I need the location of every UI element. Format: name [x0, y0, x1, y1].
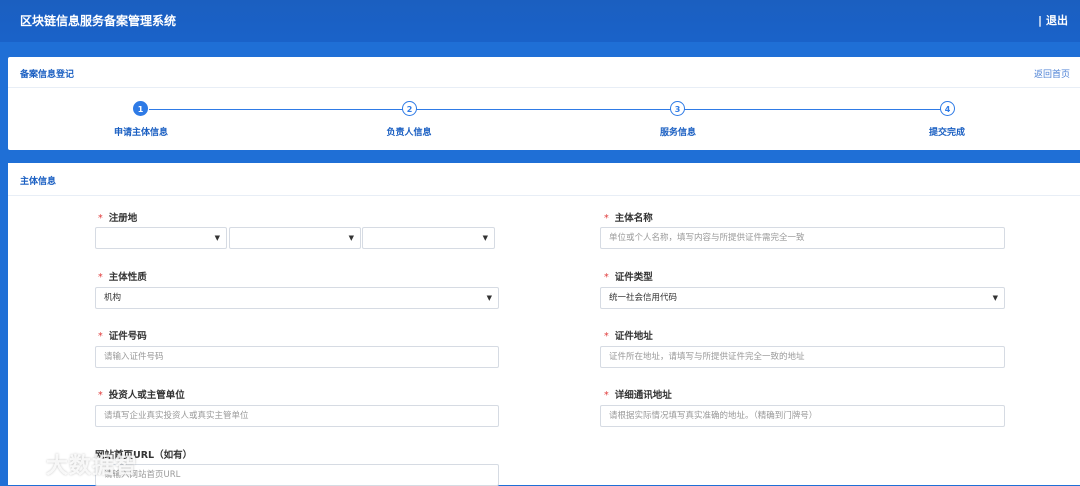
- subject-nature-label: * 主体性质: [98, 272, 147, 283]
- cert-type-label: * 证件类型: [604, 272, 653, 283]
- required-mark: *: [604, 272, 609, 283]
- subject-name-input[interactable]: 单位或个人名称，填写内容与所提供证件需完全一致: [600, 227, 1005, 249]
- register-place-label: * 注册地: [98, 213, 138, 224]
- step-4-label: 提交完成: [928, 128, 966, 138]
- selected-value: 机构: [104, 293, 122, 303]
- required-mark: *: [98, 331, 103, 342]
- watermark-text: 大数据智: [46, 454, 139, 479]
- subject-info-card: 主体信息 * 注册地 ▼ ▼ ▼ * 主体名称 单位或个人名称，填写内容与所提供证件…: [8, 163, 1080, 486]
- caret-down-icon: ▼: [348, 234, 354, 242]
- mail-address-input[interactable]: 请根据实际情况填写真实准确的地址。（精确到门牌号）: [600, 405, 1005, 427]
- cert-type-select[interactable]: 统一社会信用代码 ▼: [600, 287, 1005, 309]
- registration-title: 备案信息登记: [20, 70, 75, 80]
- watermark: 大数据智: [8, 448, 138, 480]
- back-home-link[interactable]: 返回首页: [1034, 67, 1070, 80]
- cert-address-input[interactable]: 证件所在地址，请填写与所提供证件完全一致的地址: [600, 346, 1005, 368]
- step-2-circle: 2: [402, 101, 417, 116]
- subject-section-title: 主体信息: [20, 177, 57, 187]
- required-mark: *: [98, 272, 103, 283]
- step-3-label: 服务信息: [659, 128, 697, 138]
- subject-nature-select[interactable]: 机构 ▼: [95, 287, 499, 309]
- mail-address-label: * 详细通讯地址: [604, 390, 672, 401]
- step-2-label: 负责人信息: [386, 128, 432, 138]
- investor-input[interactable]: 请填写企业真实投资人或真实主管单位: [95, 405, 499, 427]
- logout-label[interactable]: 退出: [1046, 14, 1068, 27]
- logout-link[interactable]: | 退出: [1038, 12, 1068, 28]
- province-select[interactable]: ▼: [95, 227, 227, 249]
- app-title: 区块链信息服务备案管理系统: [20, 14, 177, 28]
- cert-address-label: * 证件地址: [604, 331, 653, 342]
- city-select[interactable]: ▼: [229, 227, 361, 249]
- caret-down-icon: ▼: [486, 294, 492, 302]
- cert-number-input[interactable]: 请输入证件号码: [95, 346, 499, 368]
- required-mark: *: [98, 213, 103, 224]
- investor-label: * 投资人或主管单位: [98, 390, 185, 401]
- step-1-label: 申请主体信息: [113, 128, 169, 138]
- step-1-circle: 1: [133, 101, 148, 116]
- selected-value: 统一社会信用代码: [609, 293, 678, 303]
- step-3-circle: 3: [670, 101, 685, 116]
- top-bar: 区块链信息服务备案管理系统 | 退出: [0, 0, 1080, 42]
- divider: [8, 195, 1080, 196]
- separator: |: [1037, 14, 1042, 27]
- required-mark: *: [604, 390, 609, 401]
- caret-down-icon: ▼: [992, 294, 998, 302]
- caret-down-icon: ▼: [214, 234, 220, 242]
- subject-name-label: * 主体名称: [604, 213, 653, 224]
- district-select[interactable]: ▼: [362, 227, 495, 249]
- caret-down-icon: ▼: [482, 234, 488, 242]
- required-mark: *: [604, 331, 609, 342]
- step-4-circle: 4: [940, 101, 955, 116]
- divider: [8, 87, 1080, 88]
- website-url-input[interactable]: 请输入网站首页URL: [95, 464, 499, 486]
- steps-connector-line: [149, 109, 948, 110]
- cert-number-label: * 证件号码: [98, 331, 147, 342]
- required-mark: *: [604, 213, 609, 224]
- required-mark: *: [98, 390, 103, 401]
- registration-card: 备案信息登记 返回首页 1 2 3 4 申请主体信息 负责人信息 服务信息 提交…: [8, 57, 1080, 150]
- watermark-logo-icon: [9, 458, 42, 475]
